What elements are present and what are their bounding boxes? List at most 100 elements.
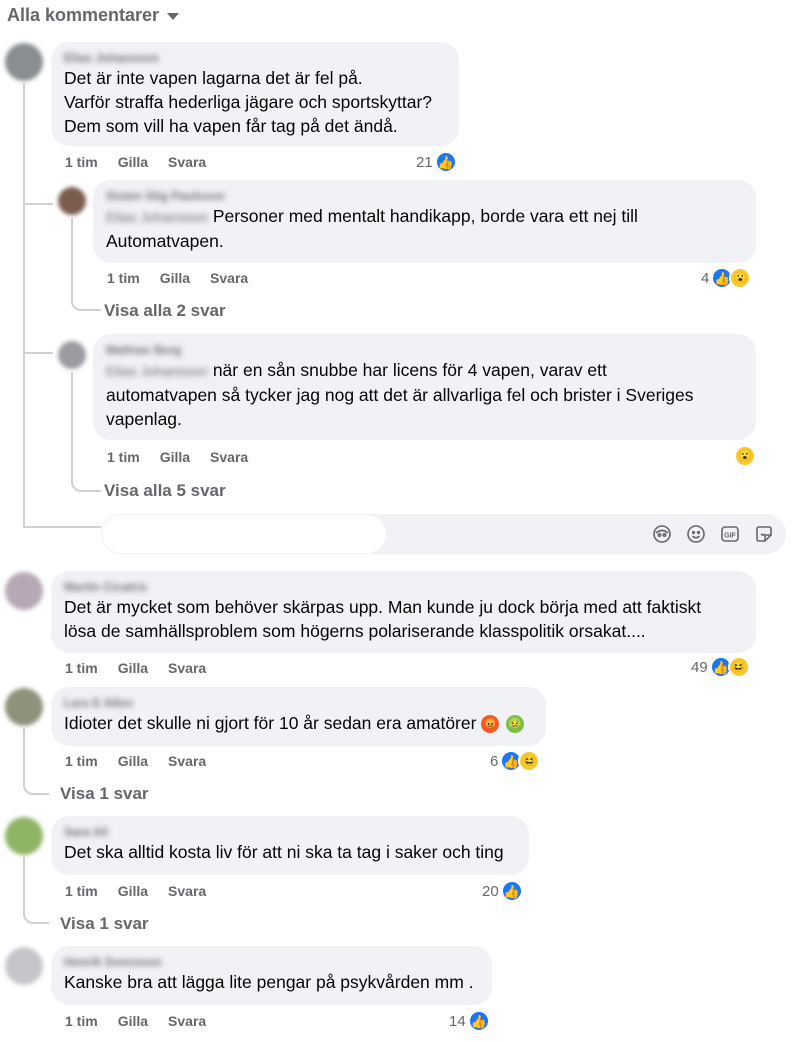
reaction-summary[interactable]: 4 👍 😮	[701, 267, 752, 289]
reply-button[interactable]: Svara	[168, 154, 206, 170]
reaction-count: 49	[691, 658, 708, 676]
comment-actions: 1 tim Gilla Svara	[65, 660, 206, 676]
timestamp[interactable]: 1 tim	[107, 449, 140, 465]
wow-reaction-icon: 😮	[734, 445, 756, 467]
angry-face-icon: 😡	[481, 715, 500, 734]
caret-down-icon	[167, 13, 180, 20]
gif-icon[interactable]: GIF	[720, 524, 740, 544]
view-more-replies[interactable]: Visa alla 5 svar	[104, 481, 226, 501]
avatar[interactable]	[5, 817, 43, 855]
like-reaction-icon: 👍	[500, 880, 523, 902]
sticker-icon[interactable]	[754, 524, 774, 544]
reply-connector	[23, 857, 49, 924]
comment-author[interactable]: Elias Johansson	[64, 50, 446, 66]
like-button[interactable]: Gilla	[118, 883, 148, 899]
view-more-replies[interactable]: Visa 1 svar	[60, 784, 149, 804]
reply-button[interactable]: Svara	[210, 449, 248, 465]
reply-button[interactable]: Svara	[168, 753, 206, 769]
composer-connector	[23, 505, 101, 528]
reply-button[interactable]: Svara	[168, 660, 206, 676]
reply-text-line: Automatvapen.	[106, 231, 224, 251]
reaction-count: 4	[701, 269, 710, 287]
reply-actions: 1 tim Gilla Svara	[107, 270, 248, 286]
comment-text-line: Det ska alltid kosta liv för att ni ska …	[64, 842, 504, 862]
reaction-summary[interactable]: 14 👍	[449, 1010, 490, 1032]
like-button[interactable]: Gilla	[118, 154, 148, 170]
timestamp[interactable]: 1 tim	[65, 660, 98, 676]
avatar[interactable]	[5, 947, 43, 985]
reply-text-line: Elias Johansson när en sån snubbe har li…	[106, 360, 607, 380]
timestamp[interactable]: 1 tim	[65, 883, 98, 899]
comment-bubble: Martin Cicatrix Det är mycket som behöve…	[51, 571, 756, 653]
comment-author[interactable]: Martin Cicatrix	[64, 579, 743, 595]
reaction-count: 20	[482, 882, 499, 900]
reply-connector	[23, 352, 53, 354]
comment-text-line: Det är inte vapen lagarna det är fel på.	[64, 68, 363, 88]
reaction-count: 14	[449, 1012, 466, 1030]
like-button[interactable]: Gilla	[160, 270, 190, 286]
reply-author[interactable]: Sixten Stig Paulsson	[106, 188, 743, 204]
reply-input[interactable]	[101, 514, 387, 554]
haha-reaction-icon: 😆	[727, 656, 750, 678]
reply-connector	[23, 203, 53, 205]
reply-bubble: Sixten Stig Paulsson Elias Johansson Per…	[93, 180, 756, 263]
timestamp[interactable]: 1 tim	[107, 270, 140, 286]
wow-reaction-icon: 😮	[729, 267, 752, 289]
avatar[interactable]	[5, 43, 43, 81]
like-button[interactable]: Gilla	[160, 449, 190, 465]
avatar[interactable]	[58, 341, 86, 369]
like-reaction-icon: 👍	[434, 151, 457, 173]
reply-text-line: automatvapen så tycker jag nog att det ä…	[106, 385, 694, 405]
timestamp[interactable]: 1 tim	[65, 1013, 98, 1029]
comment-bubble: Sara Ali Det ska alltid kosta liv för at…	[51, 816, 529, 875]
like-button[interactable]: Gilla	[118, 660, 148, 676]
reply-connector	[23, 728, 49, 795]
gif-label: GIF	[724, 533, 736, 540]
timestamp[interactable]: 1 tim	[65, 753, 98, 769]
reaction-count: 6	[490, 752, 499, 770]
filter-label: Alla kommentarer	[7, 5, 160, 25]
reaction-summary[interactable]: 49 👍 😆	[691, 656, 750, 678]
thread-line	[23, 83, 25, 528]
like-button[interactable]: Gilla	[118, 753, 148, 769]
comment-text-line: Kanske bra att lägga lite pengar på psyk…	[64, 972, 474, 992]
reply-text-line: vapenlag.	[106, 409, 182, 429]
reply-button[interactable]: Svara	[168, 1013, 206, 1029]
comment-actions: 1 tim Gilla Svara	[65, 753, 206, 769]
reaction-summary[interactable]: 21 👍	[416, 151, 457, 173]
view-more-replies[interactable]: Visa alla 2 svar	[104, 301, 226, 321]
emoji-icon[interactable]	[686, 524, 706, 544]
timestamp[interactable]: 1 tim	[65, 154, 98, 170]
view-more-replies[interactable]: Visa 1 svar	[60, 914, 149, 934]
like-button[interactable]: Gilla	[118, 1013, 148, 1029]
comment-text-line: lösa de samhällsproblem som högerns pola…	[64, 621, 646, 641]
reply-text-line: Elias Johansson Personer med mentalt han…	[106, 206, 638, 226]
reply-actions: 1 tim Gilla Svara	[107, 449, 248, 465]
comment-text-line: Varför straffa hederliga jägare och spor…	[64, 92, 433, 112]
reply-button[interactable]: Svara	[168, 883, 206, 899]
reply-button[interactable]: Svara	[210, 270, 248, 286]
reaction-summary[interactable]: 20 👍	[482, 880, 523, 902]
reply-author[interactable]: Mathias Berg	[106, 342, 743, 358]
mention[interactable]: Elias Johansson	[106, 363, 208, 379]
avatar-sticker-icon[interactable]	[652, 524, 672, 544]
avatar[interactable]	[5, 572, 43, 610]
comment-text-line: Det är mycket som behöver skärpas upp. M…	[64, 597, 702, 617]
nauseated-face-icon: 🤢	[506, 715, 525, 734]
reaction-summary[interactable]: 😮	[732, 445, 756, 467]
mention[interactable]: Elias Johansson	[106, 209, 208, 225]
reply-connector	[23, 185, 53, 205]
avatar[interactable]	[5, 688, 43, 726]
comment-actions: 1 tim Gilla Svara	[65, 154, 206, 170]
avatar[interactable]	[58, 187, 86, 215]
all-comments-filter[interactable]: Alla kommentarer	[7, 5, 180, 26]
comment-actions: 1 tim Gilla Svara	[65, 1013, 206, 1029]
like-reaction-icon: 👍	[467, 1010, 490, 1032]
comment-author[interactable]: Henrik Svensson	[64, 954, 479, 970]
reaction-summary[interactable]: 6 👍 😆	[490, 750, 541, 772]
reply-composer: GIF	[101, 514, 786, 554]
reaction-count: 21	[416, 153, 433, 171]
comment-author[interactable]: Lars E Allen	[64, 695, 533, 711]
comment-bubble: Lars E Allen Idioter det skulle ni gjort…	[51, 687, 546, 746]
comment-author[interactable]: Sara Ali	[64, 824, 516, 840]
